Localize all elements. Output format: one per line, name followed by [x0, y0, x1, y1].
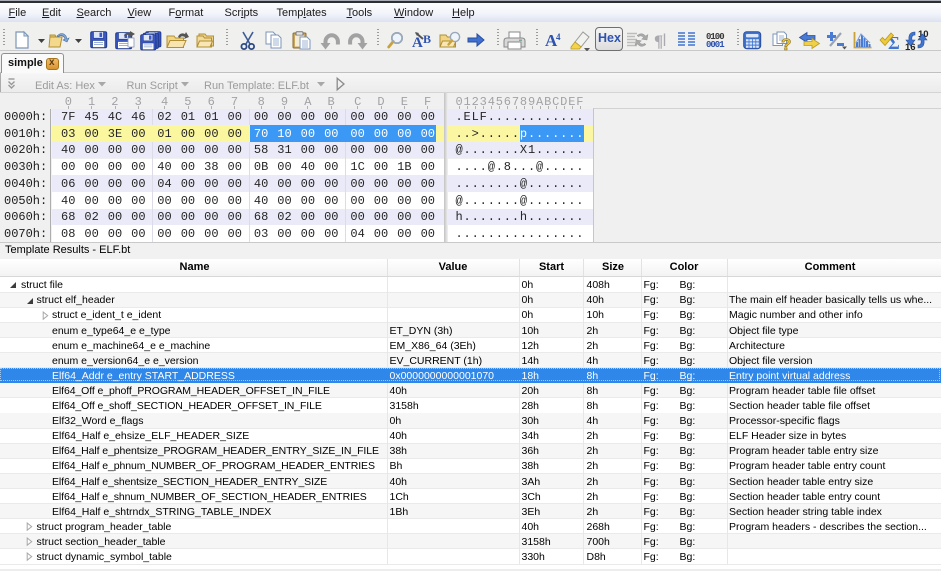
svg-text:B: B	[423, 32, 431, 46]
svg-text:¶: ¶	[654, 32, 663, 51]
svg-text:4: 4	[556, 32, 561, 42]
